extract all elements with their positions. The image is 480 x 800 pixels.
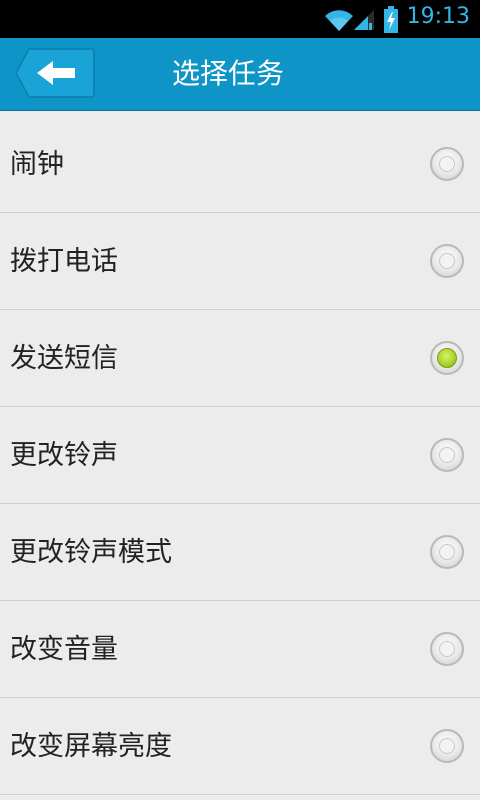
task-label: 更改铃声模式	[10, 537, 172, 568]
status-time: 19:13	[406, 4, 470, 29]
task-label: 闹钟	[10, 149, 64, 180]
page-title: 选择任务	[171, 57, 284, 90]
radio-button-selected[interactable]	[430, 341, 464, 375]
task-label: 发送短信	[10, 343, 118, 374]
status-bar: 19:13	[0, 0, 480, 38]
task-label: 更改铃声	[10, 440, 118, 471]
radio-button[interactable]	[430, 438, 464, 472]
task-label: 改变屏幕亮度	[10, 731, 172, 762]
task-item-volume[interactable]: 改变音量	[0, 601, 480, 698]
battery-charging-icon	[384, 6, 398, 33]
task-item-ringer-mode[interactable]: 更改铃声模式	[0, 504, 480, 601]
signal-icon	[354, 10, 374, 30]
task-item-brightness[interactable]: 改变屏幕亮度	[0, 698, 480, 795]
task-item-sms[interactable]: 发送短信	[0, 310, 480, 407]
radio-button[interactable]	[430, 729, 464, 763]
task-list: 闹钟 拨打电话 发送短信 更改铃声 更改铃声模式 改变音量 改变屏幕亮度	[0, 116, 480, 795]
wifi-icon	[325, 10, 353, 32]
task-item-call[interactable]: 拨打电话	[0, 213, 480, 310]
app-bar: 选择任务	[0, 38, 480, 111]
task-label: 改变音量	[10, 634, 118, 665]
task-item-alarm[interactable]: 闹钟	[0, 116, 480, 213]
radio-button[interactable]	[430, 535, 464, 569]
task-label: 拨打电话	[10, 246, 118, 277]
radio-button[interactable]	[430, 147, 464, 181]
radio-button[interactable]	[430, 244, 464, 278]
task-item-ringtone[interactable]: 更改铃声	[0, 407, 480, 504]
radio-button[interactable]	[430, 632, 464, 666]
